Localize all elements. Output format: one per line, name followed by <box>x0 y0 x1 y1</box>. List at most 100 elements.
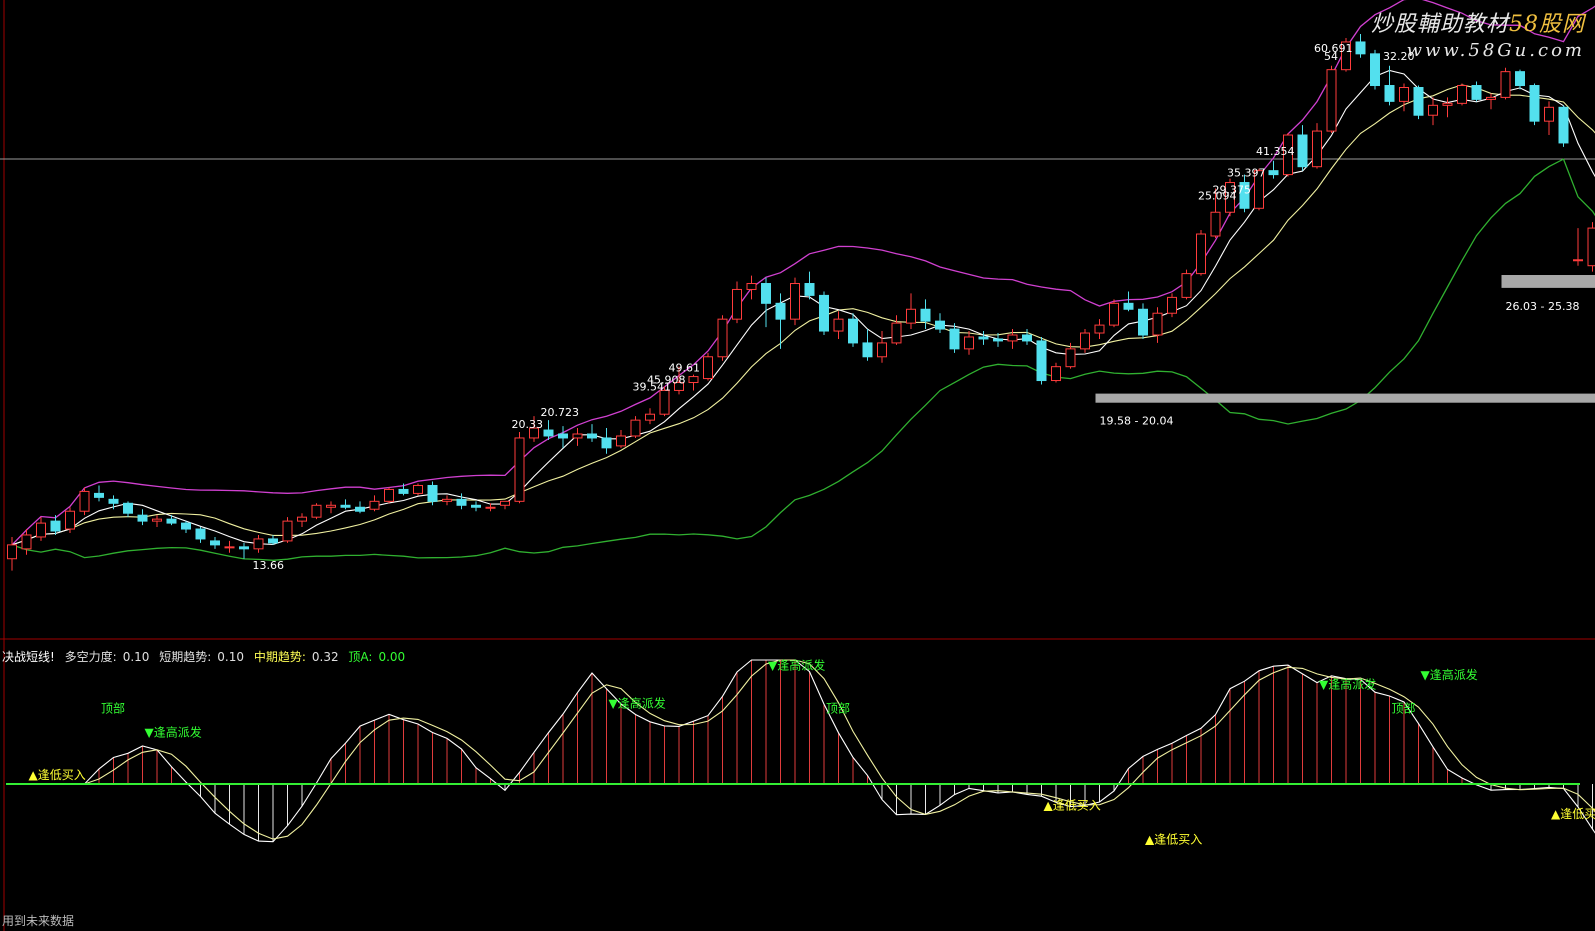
candle-39 <box>572 428 583 446</box>
candle-body-34 <box>500 500 510 506</box>
top-a-label: 顶A: <box>348 650 373 664</box>
osc-label-5: 顶部 <box>826 700 850 715</box>
candle-9 <box>137 509 148 526</box>
candle-78 <box>1138 303 1148 339</box>
candle-body-17 <box>253 538 264 550</box>
candle-body-23 <box>340 504 351 508</box>
candle-body-107 <box>1558 106 1569 144</box>
candle-80 <box>1167 293 1177 318</box>
candle-body-101 <box>1471 85 1482 100</box>
candle-body-45 <box>659 389 670 415</box>
candle-body-59 <box>862 342 873 358</box>
candle-body-22 <box>326 504 336 508</box>
price-label-12: 32.20 <box>1383 50 1415 63</box>
candle-body-90 <box>1312 130 1322 168</box>
candle-48 <box>703 352 713 381</box>
candle-body-69 <box>1007 334 1018 342</box>
candle-35 <box>514 432 525 504</box>
osc-label-1: 顶部 <box>101 700 125 715</box>
candle-body-7 <box>108 498 119 504</box>
candle-105 <box>1529 83 1540 126</box>
candle-body-26 <box>384 488 394 502</box>
candle-59 <box>862 329 873 361</box>
candle-79 <box>1152 307 1163 343</box>
candle-26 <box>384 487 394 504</box>
candle-body-25 <box>369 500 380 510</box>
candle-body-16 <box>239 546 249 550</box>
candle-body-75 <box>1094 324 1105 334</box>
candle-body-33 <box>485 506 496 509</box>
candle-body-48 <box>703 356 713 380</box>
candle-body-99 <box>1442 102 1453 106</box>
candle-body-8 <box>123 502 133 514</box>
price-label-9: 41.354 <box>1256 145 1295 158</box>
candle-29 <box>427 481 438 506</box>
candlesticks <box>7 34 1595 571</box>
candle-50 <box>732 281 742 324</box>
candle-16 <box>239 542 249 559</box>
candle-body-43 <box>630 419 641 437</box>
candle-body-56 <box>819 294 829 332</box>
candle-body-24 <box>355 506 365 512</box>
candle-body-5 <box>79 490 90 512</box>
candle-body-53 <box>775 302 786 320</box>
candle-32 <box>471 501 481 512</box>
candle-body-52 <box>761 283 771 304</box>
candle-body-20 <box>297 516 307 522</box>
candle-body-70 <box>1022 334 1032 342</box>
candle-body-78 <box>1138 308 1148 336</box>
zone-band-1 <box>1501 275 1595 288</box>
candle-104 <box>1515 69 1525 90</box>
candle-body-80 <box>1167 296 1177 314</box>
candle-body-97 <box>1413 87 1424 116</box>
candle-body-93 <box>1355 41 1366 55</box>
price-label-1: 20.33 <box>512 418 544 431</box>
candle-12 <box>181 521 191 533</box>
candle-body-47 <box>688 376 699 384</box>
candle-94 <box>1370 49 1380 90</box>
osc-label-10: 顶部 <box>1392 700 1416 715</box>
candle-body-54 <box>790 283 800 320</box>
candle-70 <box>1022 329 1032 345</box>
candle-38 <box>558 426 568 448</box>
candle-6 <box>94 485 104 502</box>
mid-trend-label: 中期趋势: <box>253 650 306 664</box>
candle-body-15 <box>224 546 235 549</box>
candle-55 <box>804 271 815 300</box>
candle-body-100 <box>1457 85 1467 104</box>
price-label-0: 13.66 <box>253 559 285 572</box>
candle-21 <box>311 503 322 520</box>
candle-43 <box>630 416 641 438</box>
price-label-5: 49.61 <box>669 362 701 375</box>
candle-body-106 <box>1544 106 1554 122</box>
candle-body-3 <box>50 520 61 532</box>
candle-body-28 <box>413 484 423 494</box>
candle-body-51 <box>746 283 757 290</box>
candle-body-49 <box>717 318 728 358</box>
candle-body-35 <box>514 437 525 502</box>
candle-13 <box>195 527 206 543</box>
candle-body-68 <box>993 338 1003 342</box>
candle-body-30 <box>442 498 452 502</box>
candle-2 <box>36 517 46 541</box>
mid-trend-value: 0.32 <box>311 650 339 664</box>
candle-108 <box>1573 228 1583 266</box>
candle-82 <box>1196 230 1206 276</box>
osc-label-6: ▲逢低买入 <box>1044 799 1101 813</box>
zone-band-0 <box>1095 393 1595 403</box>
price-label-2: 20.723 <box>541 406 580 419</box>
candle-body-32 <box>471 504 481 508</box>
candle-body-65 <box>949 328 960 350</box>
candle-42 <box>616 430 626 448</box>
candle-body-98 <box>1428 104 1438 116</box>
osc-label-2: ▼逢高派发 <box>145 724 202 739</box>
candle-body-66 <box>964 336 974 350</box>
stock-chart: 19.58 - 20.04 26.03 - 25.38 13.66 20.3320.… <box>0 0 1595 931</box>
candle-body-14 <box>210 540 220 546</box>
candle-22 <box>326 501 336 514</box>
candle-47 <box>688 374 699 391</box>
chart-frame <box>0 0 1595 931</box>
candle-14 <box>210 536 220 549</box>
candle-98 <box>1428 97 1438 126</box>
osc-label-3: ▼逢高派发 <box>768 658 825 673</box>
